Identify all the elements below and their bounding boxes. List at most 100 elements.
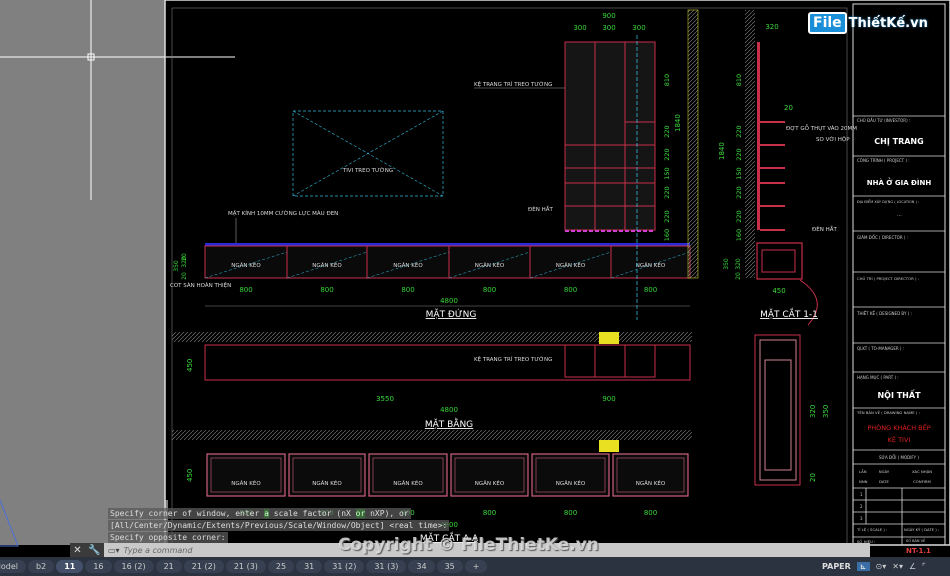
side-dim: 320	[181, 256, 188, 268]
col-header-2: NNN	[859, 479, 868, 484]
elevation-title: MẶT ĐỨNG	[426, 308, 477, 320]
elevation-total-dim: 4800	[440, 297, 458, 305]
drawer-width-dim: 800	[320, 286, 333, 294]
drawer-label: NGĂN KÉO	[556, 479, 586, 487]
shelf-col-dim: 300	[632, 24, 645, 32]
shelf-top-dim: 900	[602, 12, 615, 20]
wall-shelf	[564, 41, 656, 231]
plan-note-shelf: KỆ TRANG TRÍ TREO TƯỜNG	[474, 355, 552, 363]
cmd-text: Specify corner of window, enter	[110, 509, 265, 518]
wrench-icon[interactable]: 🔧	[88, 545, 100, 556]
command-input[interactable]: Type a command	[124, 546, 193, 555]
note-floor: COT SÀN HOÀN THIỆN	[170, 281, 231, 289]
layout-tab[interactable]: 21 (2)	[183, 560, 224, 573]
sheet-no-label: SỐ BẢN VẼ	[906, 538, 925, 543]
side-dim: 20	[181, 272, 188, 280]
layout-tab[interactable]: 21 (3)	[225, 560, 266, 573]
section-row-dim: 150	[735, 167, 743, 179]
section-lower-dim: 320	[735, 258, 742, 270]
shelf-row-dim: 220	[663, 210, 671, 222]
designer-label: THIẾT KẾ ( DESIGNED BY ) :	[856, 310, 912, 316]
manager-label: QLKT ( TO-MANAGER ) :	[857, 346, 904, 351]
section-row-dim: 810	[735, 74, 743, 86]
drawer-width-dim: 800	[564, 509, 577, 517]
drawer-front	[612, 453, 689, 497]
shelf-col-dim: 300	[573, 24, 586, 32]
drawer-width-dim: 800	[564, 286, 577, 294]
cad-canvas[interactable]: TIVI TREO TƯỜNG MẶT KÍNH 10MM CƯỜNG LỰC …	[0, 0, 950, 576]
drawer-front	[206, 453, 286, 497]
drawer-label: NGĂN KÉO	[475, 261, 505, 269]
osnap-icon[interactable]: ✕▾	[892, 562, 903, 571]
section-row-dim: 220	[735, 125, 743, 137]
paper-space-toggle[interactable]: PAPER	[822, 562, 851, 571]
drawer-width-dim: 800	[239, 286, 252, 294]
col-header-2: DATE	[879, 479, 889, 484]
layout-tab[interactable]: Model	[0, 560, 27, 573]
polar-tracking-icon[interactable]: ⊙▾	[876, 562, 887, 571]
drawer-front	[531, 453, 610, 497]
drawer-label: NGĂN KÉO	[393, 261, 423, 269]
part-label: HẠNG MỤC ( PART ) :	[857, 375, 899, 380]
layout-tab[interactable]: 35	[436, 560, 463, 573]
section-total-dim: 1840	[718, 142, 726, 160]
cmd-text: scale factor (nX	[268, 509, 356, 518]
paper-background	[0, 0, 165, 545]
layout-tab[interactable]: 34	[408, 560, 435, 573]
layout-tabs: Modelb2111616 (2)2121 (2)21 (3)253131 (2…	[0, 557, 950, 576]
plan-total-dim: 4800	[440, 406, 458, 414]
add-layout-button[interactable]: +	[464, 560, 488, 573]
command-history-line: [All/Center/Dynamic/Extents/Previous/Sca…	[108, 520, 450, 531]
note-shelf: KỆ TRANG TRÍ TREO TƯỜNG	[474, 80, 552, 88]
drawer-label: NGĂN KÉO	[475, 479, 505, 487]
shelf-row-dim: 220	[663, 186, 671, 198]
drawer-width-dim: 800	[644, 286, 657, 294]
layout-tab[interactable]: 31 (3)	[366, 560, 407, 573]
layout-tab[interactable]: 16	[85, 560, 112, 573]
location: ...	[897, 212, 902, 218]
drawing-name-label: TÊN BẢN VẼ ( DRAWING NAME ) :	[856, 410, 920, 415]
layout-tab[interactable]: b2	[28, 560, 55, 573]
drawer-label: NGĂN KÉO	[231, 479, 261, 487]
command-prompt-icon[interactable]: ▭▾	[108, 546, 120, 555]
cmd-option[interactable]: or	[355, 509, 366, 518]
drawer-width-dim: 800	[401, 286, 414, 294]
section-row-dim: 220	[735, 210, 743, 222]
section-lower-dim: 350	[723, 258, 730, 270]
viewport-icon[interactable]: ⌜	[922, 562, 926, 571]
section-top-dim: 320	[765, 23, 778, 31]
layout-tab[interactable]: 31 (2)	[324, 560, 365, 573]
col-header: NGÀY	[879, 469, 890, 474]
angle-icon[interactable]: ∠	[909, 562, 916, 571]
col-header: LẦN	[859, 469, 867, 474]
date-label: NGÀY KÝ ( DATE ) :	[904, 527, 939, 532]
section-bottom-dim: 450	[772, 287, 785, 295]
aa-side-dim: 450	[186, 469, 194, 482]
inner-dim: 20	[784, 104, 793, 112]
drawer-label: NGĂN KÉO	[556, 261, 586, 269]
logo-rest: ThiếtKế.vn	[848, 15, 928, 31]
layout-tab[interactable]: 16 (2)	[113, 560, 154, 573]
plan-side-dim: 450	[186, 359, 194, 372]
project-director-label: CHỦ TRÌ ( PROJECT DIRECTOR ) :	[857, 276, 919, 281]
right-dim: 320	[809, 405, 817, 418]
layout-tab[interactable]: 21	[155, 560, 182, 573]
drawer-label: NGĂN KÉO	[636, 261, 666, 269]
section-row-dim: 220	[735, 186, 743, 198]
scale-label: TỈ LỆ ( SCALE ) :	[856, 527, 887, 532]
shelf-row-dim: 150	[663, 167, 671, 179]
tv-label: TIVI TREO TƯỜNG	[342, 167, 393, 174]
snap-grid-icon[interactable]: ⊾	[856, 562, 870, 571]
plan-dim: 900	[602, 395, 615, 403]
layout-tab[interactable]: 31	[296, 560, 323, 573]
layout-tab[interactable]: 11	[56, 560, 84, 573]
right-dim: 20	[809, 473, 817, 482]
plan-dim: 3550	[376, 395, 394, 403]
sheet-no: NT-1.1	[906, 547, 931, 555]
command-history-line: Specify opposite corner:	[108, 532, 228, 543]
drawing-name-1: PHÒNG KHÁCH BẾP	[867, 422, 930, 432]
project-label: CÔNG TRÌNH ( PROJECT ) :	[857, 158, 910, 163]
layout-tab[interactable]: 25	[267, 560, 295, 573]
close-icon[interactable]: ✕	[73, 545, 81, 556]
drawer-width-dim: 800	[483, 286, 496, 294]
